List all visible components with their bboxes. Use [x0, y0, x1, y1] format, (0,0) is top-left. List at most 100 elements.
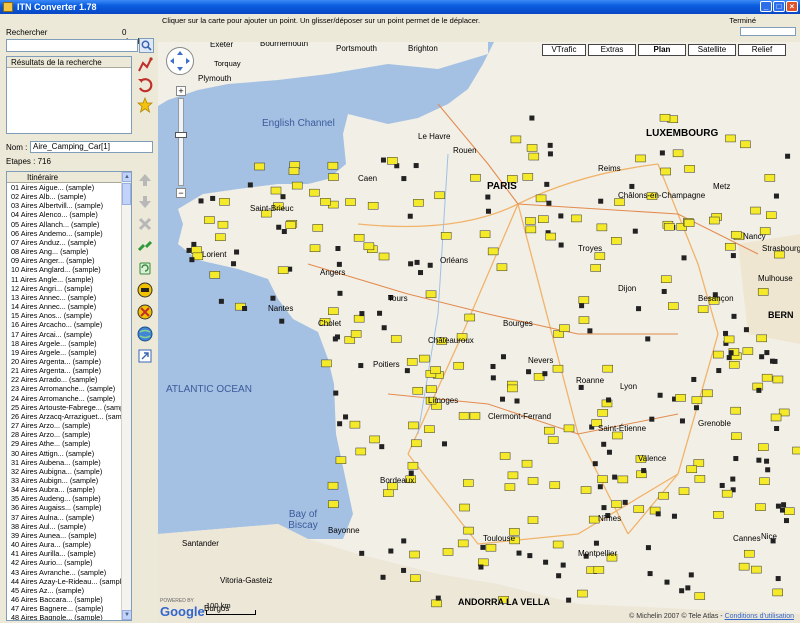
map-marker-pin[interactable] — [408, 261, 414, 267]
map-marker-label[interactable] — [761, 373, 773, 382]
map-marker-label[interactable] — [702, 389, 713, 398]
map-marker-label[interactable] — [684, 165, 695, 173]
map-marker-pin[interactable] — [514, 398, 520, 404]
map-marker-label[interactable] — [617, 475, 629, 484]
map-marker-pin[interactable] — [543, 559, 549, 565]
map-marker-pin[interactable] — [556, 573, 562, 579]
map-marker-pin[interactable] — [655, 511, 661, 517]
map-marker-label[interactable] — [766, 211, 777, 219]
map-marker-label[interactable] — [744, 549, 755, 558]
map-marker-pin[interactable] — [731, 313, 737, 319]
map-marker-label[interactable] — [660, 275, 672, 283]
map-marker-pin[interactable] — [527, 553, 533, 559]
map-marker-pin[interactable] — [659, 150, 665, 156]
map-marker-label[interactable] — [611, 237, 622, 245]
map-marker-label[interactable] — [571, 214, 582, 223]
map-marker-pin[interactable] — [647, 571, 653, 577]
map-marker-label[interactable] — [407, 461, 419, 470]
map-marker-label[interactable] — [792, 446, 800, 455]
map-marker-label[interactable] — [691, 396, 703, 404]
map-marker-pin[interactable] — [579, 303, 585, 309]
map-canvas[interactable] — [158, 14, 800, 623]
map-marker-pin[interactable] — [381, 325, 387, 331]
map-marker-label[interactable] — [408, 421, 419, 430]
list-item[interactable]: 43 Aires Avranche... (sample) — [7, 568, 131, 577]
map-marker-label[interactable] — [321, 359, 332, 368]
map-marker-pin[interactable] — [645, 545, 651, 551]
map-type-satellite[interactable]: Satellite — [688, 44, 736, 56]
map-marker-pin[interactable] — [664, 579, 670, 585]
map-marker-label[interactable] — [683, 219, 695, 227]
list-item[interactable]: 15 Aires Anos... (sample) — [7, 311, 131, 320]
map-marker-pin[interactable] — [279, 318, 285, 324]
map-marker-label[interactable] — [409, 550, 420, 559]
map-marker-label[interactable] — [217, 220, 229, 229]
map-marker-pin[interactable] — [546, 200, 552, 206]
map-marker-label[interactable] — [547, 436, 559, 444]
map-marker-pin[interactable] — [558, 242, 564, 248]
list-item[interactable]: 40 Aires Aura... (sample) — [7, 540, 131, 549]
map-marker-label[interactable] — [487, 247, 499, 256]
map-marker-pin[interactable] — [379, 444, 385, 450]
map-marker-pin[interactable] — [516, 550, 522, 556]
map-marker-label[interactable] — [470, 173, 481, 182]
map-marker-pin[interactable] — [597, 484, 603, 490]
map-marker-pin[interactable] — [774, 425, 780, 431]
map-marker-label[interactable] — [552, 540, 564, 549]
map-marker-label[interactable] — [538, 215, 549, 223]
map-marker-pin[interactable] — [333, 390, 339, 396]
list-item[interactable]: 23 Aires Arromanche... (sample) — [7, 384, 131, 393]
map-marker-label[interactable] — [309, 244, 321, 253]
map-marker-pin[interactable] — [407, 213, 413, 219]
map-marker-label[interactable] — [406, 358, 418, 366]
map-marker-label[interactable] — [694, 475, 706, 483]
map-marker-pin[interactable] — [480, 544, 486, 550]
scroll-down-arrow[interactable]: ▼ — [122, 610, 131, 620]
map-marker-label[interactable] — [725, 134, 736, 143]
map-marker-label[interactable] — [410, 574, 421, 582]
map-marker-pin[interactable] — [764, 458, 770, 464]
map-marker-label[interactable] — [328, 173, 339, 181]
map-marker-label[interactable] — [580, 486, 592, 494]
map-marker-label[interactable] — [590, 264, 601, 272]
recycle-button[interactable] — [136, 259, 154, 277]
map-marker-pin[interactable] — [558, 213, 564, 219]
map-marker-pin[interactable] — [632, 228, 638, 234]
list-item[interactable]: 44 Aires Azay-Le-Rideau... (sample) — [7, 577, 131, 586]
map-marker-pin[interactable] — [693, 405, 699, 411]
map-marker-label[interactable] — [363, 242, 375, 251]
map-marker-pin[interactable] — [645, 336, 651, 342]
map-marker-label[interactable] — [528, 152, 540, 161]
map-marker-label[interactable] — [660, 167, 671, 176]
map-marker-pin[interactable] — [401, 176, 407, 182]
map-marker-pin[interactable] — [281, 229, 287, 235]
list-item[interactable]: 17 Aires Arcai... (sample) — [7, 330, 131, 339]
map-marker-label[interactable] — [694, 592, 706, 600]
map-marker-pin[interactable] — [756, 387, 762, 393]
map-marker-pin[interactable] — [733, 456, 739, 462]
map-marker-label[interactable] — [772, 375, 784, 384]
map-marker-label[interactable] — [327, 481, 339, 490]
map-marker-pin[interactable] — [186, 247, 192, 253]
map-marker-label[interactable] — [594, 252, 606, 260]
scroll-up-arrow[interactable]: ▲ — [122, 172, 131, 182]
map-marker-pin[interactable] — [730, 476, 736, 482]
map-marker-pin[interactable] — [743, 327, 749, 333]
search-input[interactable] — [6, 39, 138, 52]
route-name-input[interactable]: Aire_Camping_Car[1] — [30, 141, 153, 153]
map-marker-label[interactable] — [772, 588, 783, 597]
map-marker-label[interactable] — [328, 500, 339, 508]
map-marker-label[interactable] — [563, 424, 575, 433]
list-item[interactable]: 36 Aires Augaiss... (sample) — [7, 503, 131, 512]
map-marker-pin[interactable] — [629, 183, 635, 189]
map-marker-pin[interactable] — [606, 397, 612, 403]
map-marker-pin[interactable] — [414, 259, 420, 265]
map-marker-pin[interactable] — [657, 392, 663, 398]
map-marker-pin[interactable] — [485, 194, 491, 200]
map-marker-pin[interactable] — [544, 181, 550, 187]
list-item[interactable]: 16 Aires Arcacho... (sample) — [7, 320, 131, 329]
map-marker-pin[interactable] — [401, 567, 407, 573]
map-marker-label[interactable] — [320, 198, 331, 206]
map-marker-label[interactable] — [740, 140, 751, 149]
list-item[interactable]: 13 Aires Annec... (sample) — [7, 293, 131, 302]
